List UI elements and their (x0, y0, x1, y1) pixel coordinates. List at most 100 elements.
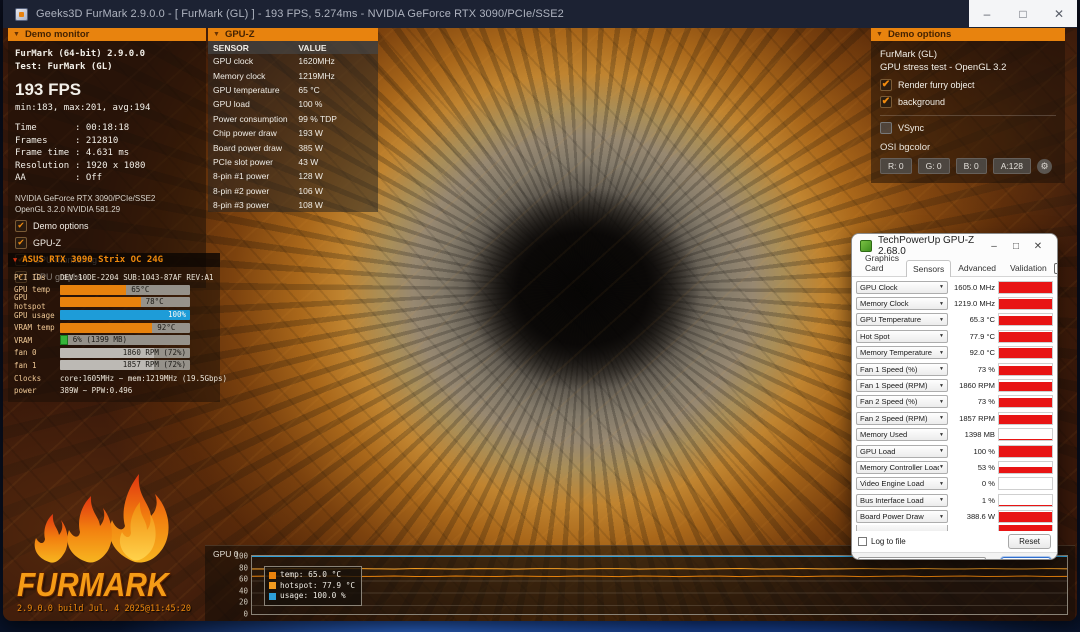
sensor-name: Memory clock (208, 71, 296, 81)
log-to-file-checkbox[interactable] (858, 537, 867, 546)
bar-fill (60, 335, 68, 345)
sensor-table: GPU clock1620MHzMemory clock1219MHzGPU t… (208, 54, 378, 212)
sensor-value: 108 W (296, 200, 378, 210)
screenshot-icon[interactable] (1054, 263, 1058, 274)
checkbox-row[interactable]: ✔Demo options (15, 220, 199, 232)
legend-swatch (269, 572, 276, 579)
color-picker-icon[interactable]: ⚙ (1037, 159, 1052, 174)
sensor-dropdown[interactable]: Fan 2 Speed (RPM)▼ (856, 412, 948, 425)
sensor-table-row: PCIe slot power43 W (208, 155, 378, 169)
sensor-dropdown[interactable]: Memory Temperature▼ (856, 346, 948, 359)
checkbox-label: background (898, 97, 945, 107)
tab-advanced[interactable]: Advanced (951, 259, 1003, 276)
maximize-icon[interactable]: □ (1005, 241, 1027, 252)
legend-item: hotspot: 77.9 °C (269, 581, 355, 592)
y-axis-tick: 40 (218, 586, 248, 595)
stat-label: Frames (15, 135, 75, 148)
sensor-dropdown[interactable]: Memory Clock▼ (856, 297, 948, 310)
titlebar[interactable]: Geeks3D FurMark 2.9.0.0 - [ FurMark (GL)… (3, 0, 1077, 28)
minimize-icon[interactable]: – (972, 7, 1002, 21)
chevron-down-icon: ▼ (939, 448, 944, 454)
sensor-dropdown-label: Fan 2 Speed (%) (860, 397, 939, 406)
chevron-down-icon: ▼ (939, 514, 944, 520)
rgba-channel-button[interactable]: R: 0 (880, 158, 912, 174)
demo-options-panel: ▼ Demo options FurMark (GL) GPU stress t… (871, 28, 1065, 183)
sensor-name: Power consumption (208, 114, 296, 124)
bar-value: 1860 RPM (72%) (123, 348, 186, 358)
checkbox-label: GPU-Z (33, 238, 61, 248)
checkbox-unchecked-icon: ✔ (880, 122, 892, 134)
sensor-current-value: 73 % (948, 397, 998, 406)
sensor-value: 43 W (296, 157, 378, 167)
gpuz-app-window: TechPowerUp GPU-Z 2.68.0 – □ ✕ Graphics … (851, 233, 1058, 560)
checkbox-row[interactable]: ✔ background (880, 96, 1056, 108)
sensor-history-graph (998, 281, 1053, 294)
sensor-dropdown-label: Video Engine Load (860, 479, 939, 488)
sensor-name: GPU temperature (208, 85, 296, 95)
gpuz-sensor-row: Bus Interface Load▼1 % (856, 492, 1053, 508)
sensor-dropdown[interactable]: GPU Temperature▼ (856, 313, 948, 326)
build-line: 2.9.0.0 build Jul. 4 2025@11:45:20 (17, 604, 197, 614)
chevron-down-icon: ▼ (939, 317, 944, 323)
sensor-history-graph (998, 510, 1053, 523)
rgba-channel-button[interactable]: B: 0 (956, 158, 987, 174)
asus-panel-header[interactable]: ▼ ASUS RTX 3090 Strix OC 24G (8, 253, 220, 267)
sensor-value: 99 % TDP (296, 114, 378, 124)
chevron-down-icon: ▼ (939, 399, 944, 405)
sensor-dropdown[interactable]: GPU Load▼ (856, 445, 948, 458)
legend-text: temp: 65.0 °C (280, 570, 341, 581)
vsync-toggle[interactable]: ✔ VSync (880, 122, 1056, 134)
checkbox-checked-icon: ✔ (15, 237, 27, 249)
rgba-channel-button[interactable]: A:128 (993, 158, 1031, 174)
sensor-dropdown[interactable]: Memory Controller Load▼ (856, 461, 948, 474)
sensor-dropdown[interactable]: Video Engine Load▼ (856, 477, 948, 490)
sensor-value: 106 W (296, 186, 378, 196)
sensor-history-graph (998, 363, 1053, 376)
graph-red-fill (999, 415, 1052, 424)
device-select[interactable]: NVIDIA GeForce RTX 3090 ∨ (858, 557, 986, 560)
gpu-stat-bar-row: GPU usage100% (14, 309, 214, 322)
checkbox-row[interactable]: ✔Render furry object (880, 79, 1056, 91)
tab-sensors[interactable]: Sensors (906, 260, 951, 277)
minimize-icon[interactable]: – (983, 241, 1005, 252)
fps-readout: 193 FPS (15, 80, 199, 100)
sensor-dropdown[interactable]: Memory Used▼ (856, 428, 948, 441)
rgba-channel-button[interactable]: G: 0 (918, 158, 950, 174)
sensor-dropdown-label: Fan 1 Speed (%) (860, 365, 939, 374)
sensor-dropdown[interactable]: Board Power Draw▼ (856, 510, 948, 523)
sensor-history-graph (998, 525, 1053, 531)
sensor-name: 8-pin #2 power (208, 186, 296, 196)
sensor-dropdown[interactable]: Hot Spot▼ (856, 330, 948, 343)
tab-graphics-card[interactable]: Graphics Card (858, 249, 906, 276)
demo-options-header[interactable]: ▼ Demo options (871, 28, 1065, 41)
checkbox-label: Render furry object (898, 80, 975, 90)
graph-red-fill (999, 348, 1052, 358)
sensor-value: 100 % (296, 99, 378, 109)
checkbox-row[interactable]: ✔ GPU-Z (15, 237, 199, 249)
gpuz-overlay-header[interactable]: ▼ GPU-Z (208, 28, 378, 41)
sensor-dropdown[interactable]: Fan 1 Speed (%)▼ (856, 363, 948, 376)
sensor-dropdown-label: Memory Used (860, 430, 939, 439)
reset-button[interactable]: Reset (1008, 534, 1051, 549)
stat-value: : 4.631 ms (75, 148, 129, 158)
sensor-dropdown[interactable]: GPU Clock▼ (856, 281, 948, 294)
maximize-icon[interactable]: □ (1008, 7, 1038, 21)
sensor-dropdown[interactable]: Fan 2 Speed (%)▼ (856, 395, 948, 408)
tab-validation[interactable]: Validation (1003, 259, 1054, 276)
sensor-dropdown-label: Memory Clock (860, 299, 939, 308)
gpuz-sensor-row-partial (856, 525, 1053, 531)
y-axis-tick: 100 (218, 552, 248, 561)
sensor-current-value: 1219.0 MHz (948, 299, 998, 308)
sensor-current-value: 53 % (948, 463, 998, 472)
close-icon[interactable]: ✕ (1027, 241, 1049, 252)
close-button[interactable]: Close (1001, 557, 1051, 560)
chevron-down-icon: ▼ (939, 284, 944, 290)
sensor-dropdown[interactable]: Fan 1 Speed (RPM)▼ (856, 379, 948, 392)
gpuz-sensor-row: Fan 2 Speed (RPM)▼1857 RPM (856, 410, 1053, 426)
chevron-down-icon: ▼ (939, 415, 944, 421)
demo-monitor-header[interactable]: ▼ Demo monitor (8, 28, 206, 41)
close-icon[interactable]: ✕ (1044, 7, 1074, 21)
sensor-dropdown[interactable]: Bus Interface Load▼ (856, 494, 948, 507)
bar-track: 65°C (60, 285, 190, 295)
checkbox-checked-icon: ✔ (880, 96, 892, 108)
